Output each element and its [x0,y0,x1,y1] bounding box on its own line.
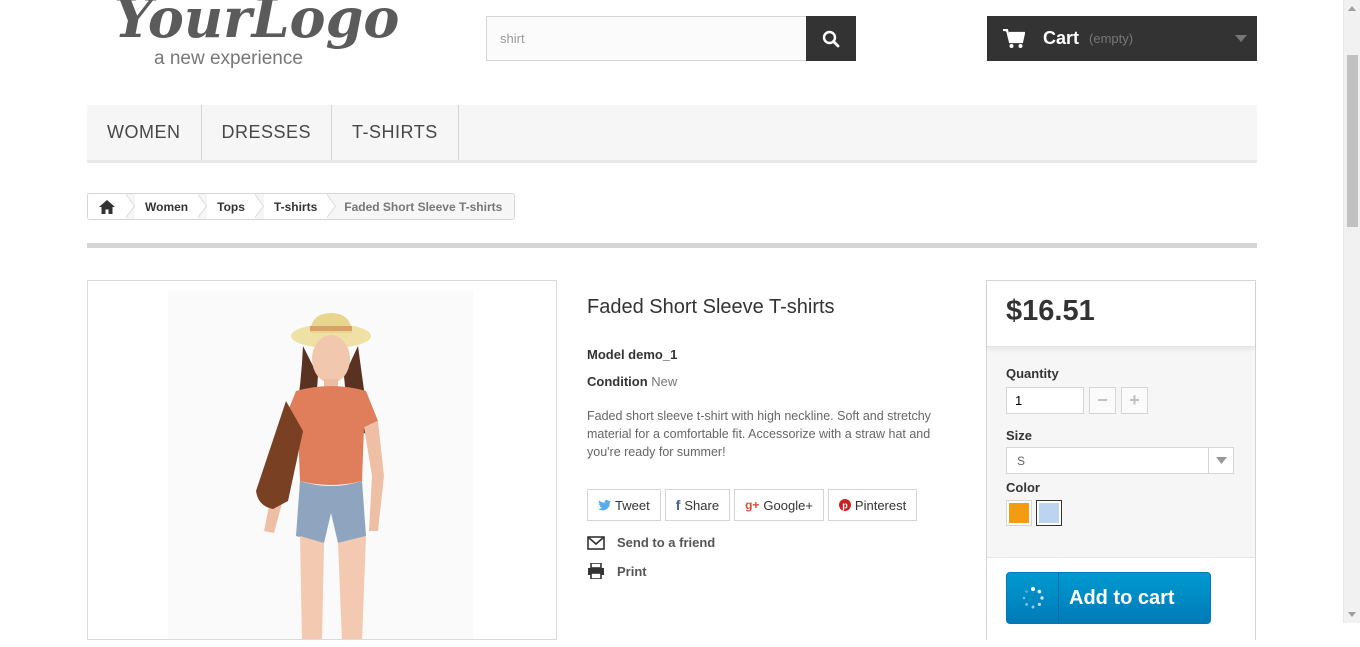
color-swatches [1006,500,1236,526]
site-logo[interactable]: YourLogo a new experience [112,0,402,72]
breadcrumb-item-women[interactable]: Women [135,194,199,219]
facebook-share-button[interactable]: f Share [664,489,731,521]
swatch-fill [1009,503,1029,523]
cart-status: (empty) [1089,31,1134,46]
scroll-down-arrow-icon[interactable] [1348,612,1356,617]
pinterest-icon: p [838,499,851,511]
minus-icon: − [1097,390,1108,410]
color-label: Color [1006,480,1040,495]
product-model-label: Model demo_1 [587,347,678,362]
swatch-fill [1039,503,1059,523]
plus-icon: + [1129,390,1140,410]
product-price: $16.51 [1006,295,1095,327]
cart-block[interactable]: Cart (empty) [987,16,1257,61]
svg-text:p: p [842,501,848,511]
envelope-icon [587,535,605,550]
chevron-down-icon [1208,448,1233,473]
twitter-icon [598,499,611,510]
social-sharing: Tweet f Share g+ Google+ p Pinterest [587,489,957,521]
tweet-button[interactable]: Tweet [587,489,661,521]
scroll-thumb[interactable] [1347,55,1358,227]
main-menu: WOMEN DRESSES T-SHIRTS [87,105,1257,163]
add-to-cart-button[interactable]: Add to cart [1006,572,1211,624]
print-link[interactable]: Print [587,563,957,579]
price-area: $16.51 [987,281,1255,347]
condition-value: New [651,374,678,389]
logo-tagline: a new experience [154,48,303,69]
quantity-increase-button[interactable]: + [1121,387,1148,414]
breadcrumb-home[interactable] [88,194,126,219]
breadcrumb-current: Faded Short Sleeve T-shirts [336,194,515,219]
google-plus-icon: g+ [745,498,760,512]
google-plus-button[interactable]: g+ Google+ [734,489,824,521]
pinterest-label: Pinterest [854,497,907,513]
product-photo [168,291,473,639]
menu-item-tshirts[interactable]: T-SHIRTS [332,105,459,160]
cart-label: Cart [1043,28,1080,48]
send-to-friend-label: Send to a friend [617,535,716,550]
quantity-stepper: − + [1006,387,1236,414]
send-to-friend-link[interactable]: Send to a friend [587,535,957,550]
chevron-down-icon [1235,35,1247,42]
loading-spinner-icon [1007,573,1059,623]
tweet-label: Tweet [615,497,650,513]
menu-item-label: DRESSES [221,122,312,142]
condition-label: Condition [587,374,648,389]
product-title: Faded Short Sleeve T-shirts [587,296,835,318]
share-label: Share [684,497,720,513]
search-form [486,16,856,61]
color-swatch-orange[interactable] [1006,500,1032,526]
logo-main-text: YourLogo [114,0,399,50]
product-condition: Condition New [587,374,957,389]
facebook-icon: f [675,497,681,513]
menu-item-women[interactable]: WOMEN [87,105,202,160]
quantity-decrease-button[interactable]: − [1089,387,1116,414]
add-to-cart-section: Add to cart [987,557,1255,647]
product-options: Quantity − + Size S Color [987,347,1255,526]
menu-item-label: WOMEN [107,122,181,142]
search-button[interactable] [806,16,856,61]
breadcrumb-item-tops[interactable]: Tops [207,194,255,219]
product-info: Faded Short Sleeve T-shirts Model demo_1… [587,296,957,579]
quantity-input[interactable] [1006,387,1084,414]
menu-item-dresses[interactable]: DRESSES [202,105,333,160]
menu-item-label: T-SHIRTS [352,122,438,142]
print-icon [588,563,604,579]
scroll-up-arrow-icon[interactable] [1348,6,1356,11]
color-swatch-blue[interactable] [1036,500,1062,526]
search-input[interactable] [486,16,807,61]
section-divider [87,243,1257,248]
buy-box: $16.51 Quantity − + Size S Color [986,280,1256,647]
size-label: Size [1006,428,1033,443]
size-select[interactable]: S [1006,447,1234,474]
shopping-cart-icon [1003,28,1025,48]
print-label: Print [617,563,647,579]
product-image[interactable] [87,280,557,640]
breadcrumb: Women Tops T-shirts Faded Short Sleeve T… [87,193,516,220]
search-icon [822,30,840,47]
pinterest-button[interactable]: p Pinterest [827,489,918,521]
home-icon [99,199,115,214]
google-plus-label: Google+ [763,497,813,513]
product-model: Model demo_1 [587,347,957,362]
breadcrumb-item-tshirts[interactable]: T-shirts [263,194,328,219]
product-description: Faded short sleeve t-shirt with high nec… [587,409,931,459]
add-to-cart-label: Add to cart [1069,586,1175,609]
size-select-value: S [1017,454,1026,468]
vertical-scrollbar[interactable] [1343,0,1360,623]
quantity-label: Quantity [1006,366,1059,381]
